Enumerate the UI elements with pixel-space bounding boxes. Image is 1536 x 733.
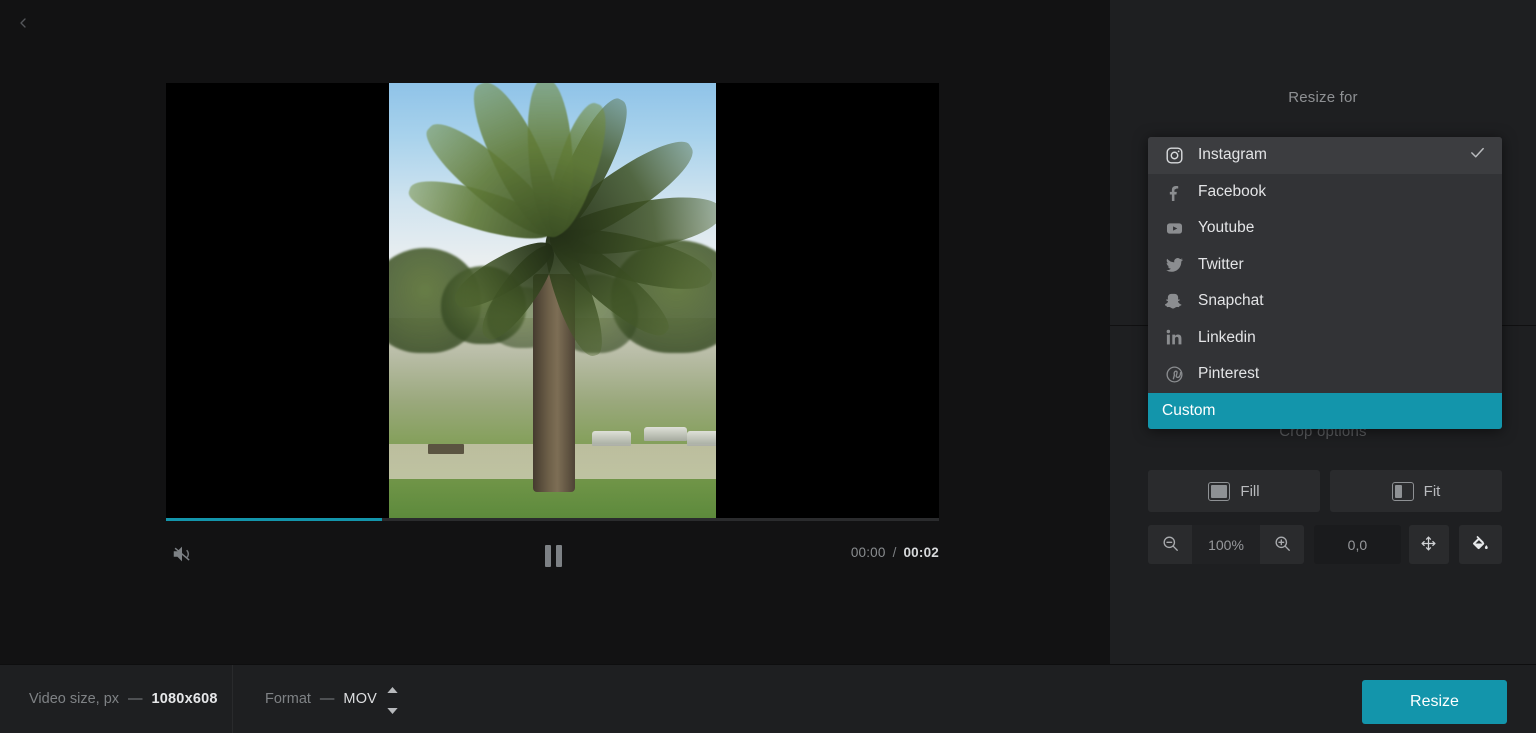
toolbar-divider-1 bbox=[232, 665, 233, 733]
check-icon bbox=[1469, 144, 1486, 166]
zoom-out-button[interactable] bbox=[1148, 525, 1192, 564]
crop-fill-button[interactable]: Fill bbox=[1148, 470, 1320, 512]
video-size-label: Video size, px bbox=[29, 691, 119, 707]
format-dash: — bbox=[320, 691, 335, 707]
fit-box-icon bbox=[1392, 482, 1414, 501]
pinterest-icon bbox=[1162, 365, 1186, 384]
dropdown-label-youtube: Youtube bbox=[1198, 219, 1254, 237]
mute-toggle-button[interactable] bbox=[166, 540, 198, 572]
dropdown-item-facebook[interactable]: Facebook bbox=[1148, 174, 1502, 211]
crop-mode-row: Fill Fit bbox=[1148, 470, 1502, 512]
video-size-value: 1080x608 bbox=[152, 691, 218, 707]
dropdown-item-custom[interactable]: Custom bbox=[1148, 393, 1502, 429]
resize-button-label: Resize bbox=[1410, 693, 1459, 711]
chevron-up-icon bbox=[387, 680, 398, 698]
video-canvas[interactable] bbox=[166, 83, 939, 518]
resize-for-label: Resize for bbox=[1110, 89, 1536, 106]
magnifier-plus-icon bbox=[1273, 534, 1292, 556]
zoom-stepper-group: 100% bbox=[1148, 525, 1304, 564]
dropdown-item-youtube[interactable]: Youtube bbox=[1148, 210, 1502, 247]
dropdown-label-instagram: Instagram bbox=[1198, 146, 1267, 164]
dropdown-item-instagram[interactable]: Instagram bbox=[1148, 137, 1502, 174]
zoom-controls-row: 100% 0,0 bbox=[1148, 525, 1502, 564]
time-separator: / bbox=[893, 545, 897, 560]
player-controls: 00:00 / 00:02 bbox=[166, 540, 939, 574]
dropdown-label-snapchat: Snapchat bbox=[1198, 292, 1264, 310]
video-scene-image bbox=[389, 83, 716, 518]
instagram-icon bbox=[1162, 146, 1186, 165]
dropdown-item-snapchat[interactable]: Snapchat bbox=[1148, 283, 1502, 320]
current-time: 00:00 bbox=[851, 545, 886, 560]
fill-box-icon bbox=[1208, 482, 1230, 501]
position-value[interactable]: 0,0 bbox=[1314, 525, 1401, 564]
move-tool-button[interactable] bbox=[1409, 525, 1449, 564]
facebook-icon bbox=[1162, 182, 1186, 201]
format-value: MOV bbox=[343, 691, 377, 707]
zoom-in-button[interactable] bbox=[1260, 525, 1304, 564]
dropdown-label-facebook: Facebook bbox=[1198, 183, 1266, 201]
video-size-field: Video size, px — 1080x608 bbox=[29, 665, 218, 733]
dropdown-item-pinterest[interactable]: Pinterest bbox=[1148, 356, 1502, 393]
linkedin-icon bbox=[1162, 328, 1186, 347]
dropdown-item-twitter[interactable]: Twitter bbox=[1148, 247, 1502, 284]
chevron-down-icon bbox=[387, 701, 398, 719]
paint-bucket-icon bbox=[1470, 533, 1490, 556]
youtube-icon bbox=[1162, 219, 1186, 238]
dropdown-label-custom: Custom bbox=[1162, 402, 1215, 420]
back-button[interactable] bbox=[6, 6, 40, 40]
background-color-button[interactable] bbox=[1459, 525, 1502, 564]
video-progress-bar[interactable] bbox=[166, 518, 939, 521]
time-display: 00:00 / 00:02 bbox=[851, 545, 939, 560]
bottom-toolbar: Video size, px — 1080x608 Format — MOV R… bbox=[0, 664, 1536, 733]
pause-icon-bar-right bbox=[556, 545, 562, 567]
resize-for-dropdown[interactable]: Instagram Facebook Youtube bbox=[1148, 137, 1502, 429]
crop-fill-label: Fill bbox=[1240, 483, 1259, 500]
crop-fit-label: Fit bbox=[1424, 483, 1441, 500]
crop-fit-button[interactable]: Fit bbox=[1330, 470, 1502, 512]
move-arrows-icon bbox=[1419, 534, 1438, 556]
video-frame bbox=[389, 83, 716, 518]
video-size-dash: — bbox=[128, 691, 143, 707]
format-stepper[interactable] bbox=[387, 680, 398, 719]
format-field[interactable]: Format — MOV bbox=[265, 665, 398, 733]
duration-time: 00:02 bbox=[903, 545, 939, 560]
format-label: Format bbox=[265, 691, 311, 707]
dropdown-label-pinterest: Pinterest bbox=[1198, 365, 1259, 383]
video-progress-fill bbox=[166, 518, 382, 521]
speaker-muted-icon bbox=[171, 543, 193, 570]
snapchat-icon bbox=[1162, 292, 1186, 311]
zoom-level-value[interactable]: 100% bbox=[1192, 525, 1260, 564]
play-pause-button[interactable] bbox=[537, 540, 569, 572]
pause-icon-bar-left bbox=[545, 545, 551, 567]
dropdown-label-linkedin: Linkedin bbox=[1198, 329, 1256, 347]
resize-button[interactable]: Resize bbox=[1362, 680, 1507, 724]
dropdown-item-linkedin[interactable]: Linkedin bbox=[1148, 320, 1502, 357]
chevron-left-icon bbox=[15, 15, 31, 31]
twitter-icon bbox=[1162, 255, 1186, 274]
magnifier-minus-icon bbox=[1161, 534, 1180, 556]
dropdown-label-twitter: Twitter bbox=[1198, 256, 1244, 274]
editor-stage: 00:00 / 00:02 bbox=[0, 0, 1110, 664]
